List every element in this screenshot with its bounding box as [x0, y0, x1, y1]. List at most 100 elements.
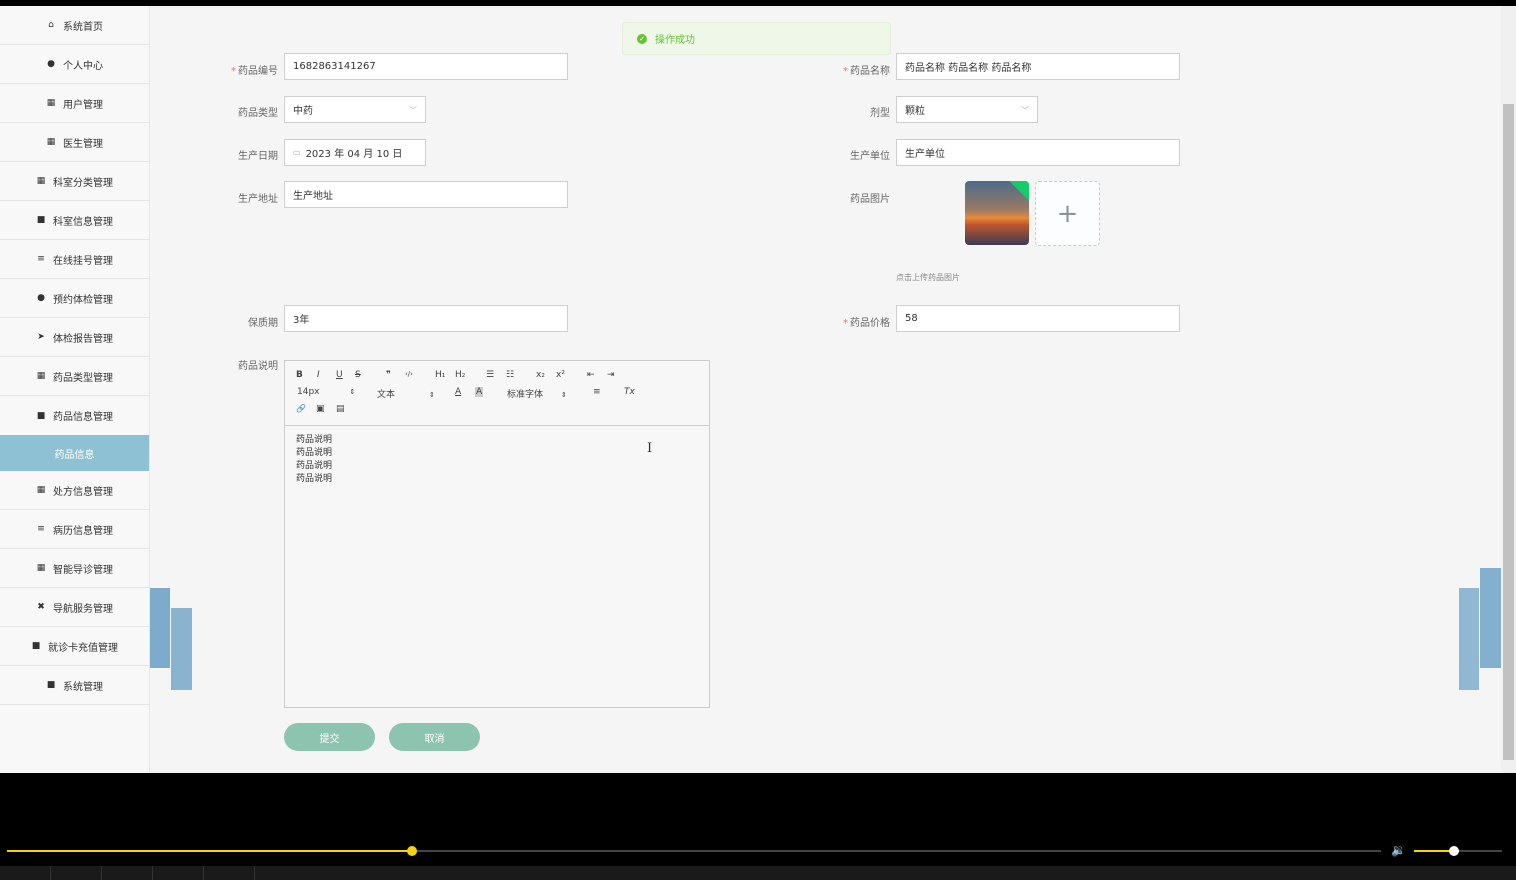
superscript-button[interactable]: x²	[556, 370, 565, 380]
header2-button[interactable]: H₂	[455, 370, 465, 380]
production-date-label: 生产日期	[238, 151, 278, 162]
briefcase-icon: ■	[31, 641, 41, 651]
editor-toolbar: B I U S ❞ ‹/› H₁ H₂ ☰ ☷ x₂ x² ⇤ ⇥ 14px ⇕ …	[285, 361, 709, 426]
list-icon: ≡	[37, 524, 45, 534]
updown-icon: ⇕	[429, 391, 435, 399]
home-icon: ⌂	[48, 20, 54, 30]
dosage-form-select[interactable]: 颗粒 ﹀	[896, 96, 1038, 123]
subscript-button[interactable]: x₂	[536, 370, 545, 380]
bold-button[interactable]: B	[296, 370, 303, 380]
price-field[interactable]: 58	[896, 305, 1180, 332]
volume-icon[interactable]: 🔉	[1391, 843, 1406, 857]
chevron-down-icon: ﹀	[409, 106, 417, 115]
sidebar-item-report[interactable]: ➤ 体检报告管理	[0, 318, 149, 357]
address-field[interactable]: 生产地址	[284, 181, 568, 208]
image-icon[interactable]: ▣	[316, 404, 325, 414]
manufacturer-label: 生产单位	[850, 151, 890, 162]
sidebar-item-home[interactable]: ⌂ 系统首页	[0, 6, 149, 45]
uploaded-image-thumbnail[interactable]	[965, 181, 1029, 245]
sidebar-item-label: 科室分类管理	[53, 177, 113, 189]
drug-type-label: 药品类型	[238, 108, 278, 119]
decoration-right	[1459, 588, 1479, 690]
check-circle-icon: ✓	[637, 33, 647, 44]
strip-divider	[152, 866, 153, 880]
drug-name-label: * 药品名称	[843, 66, 890, 77]
sidebar-item-dept-category[interactable]: ▦ 科室分类管理	[0, 162, 149, 201]
volume-knob[interactable]	[1449, 846, 1459, 856]
text-color-button[interactable]: A	[455, 387, 461, 397]
sidebar-item-label: 处方信息管理	[53, 486, 113, 498]
sidebar-item-label: 在线挂号管理	[53, 255, 113, 267]
list-icon: ≡	[37, 254, 45, 264]
sidebar-item-system[interactable]: ■ 系统管理	[0, 666, 149, 705]
sidebar-item-dept-info[interactable]: ■ 科室信息管理	[0, 201, 149, 240]
sidebar-item-doctors[interactable]: ▦ 医生管理	[0, 123, 149, 162]
strip-divider	[203, 866, 204, 880]
video-progress-knob[interactable]	[407, 846, 417, 856]
header1-button[interactable]: H₁	[435, 370, 445, 380]
submit-button[interactable]: 提交	[284, 723, 375, 751]
taskbar-strip	[0, 866, 1516, 880]
code-block-button[interactable]: ‹/›	[405, 370, 413, 378]
description-label: 药品说明	[238, 361, 278, 372]
shelf-life-label: 保质期	[248, 318, 278, 329]
strike-button[interactable]: S	[355, 370, 361, 380]
sidebar-item-card-recharge[interactable]: ■ 就诊卡充值管理	[0, 627, 149, 666]
bullet-list-button[interactable]: ☷	[506, 370, 514, 380]
sidebar-item-users[interactable]: ▦ 用户管理	[0, 84, 149, 123]
page-scrollbar-thumb[interactable]	[1503, 104, 1514, 760]
sidebar-item-medical-record[interactable]: ≡ 病历信息管理	[0, 510, 149, 549]
font-family-select[interactable]: 标准字体 ⇕	[507, 387, 567, 400]
outdent-button[interactable]: ⇤	[587, 370, 595, 380]
sidebar-item-triage[interactable]: ▦ 智能导诊管理	[0, 549, 149, 588]
link-icon[interactable]: 🔗	[296, 404, 306, 413]
grid-icon: ▦	[36, 563, 46, 573]
editor-content[interactable]: 药品说明 药品说明 药品说明 药品说明	[285, 426, 709, 494]
underline-button[interactable]: U	[336, 370, 343, 380]
upload-add-button[interactable]: +	[1035, 181, 1100, 246]
dosage-form-value: 颗粒	[905, 106, 925, 117]
grid-icon: ▦	[46, 137, 56, 147]
align-button[interactable]: ≡	[593, 387, 601, 397]
sidebar-item-registration[interactable]: ≡ 在线挂号管理	[0, 240, 149, 279]
sidebar-item-label: 系统首页	[63, 21, 103, 33]
ordered-list-button[interactable]: ☰	[486, 370, 494, 380]
cancel-button[interactable]: 取消	[389, 723, 480, 751]
video-player-bar	[0, 773, 1516, 880]
font-size-select[interactable]: 14px ⇕	[297, 387, 355, 397]
user-icon: ●	[47, 59, 55, 69]
sidebar-item-drug-type[interactable]: ▦ 药品类型管理	[0, 357, 149, 396]
strip-divider	[254, 866, 255, 880]
sidebar-item-navigation[interactable]: ✖ 导航服务管理	[0, 588, 149, 627]
sidebar-item-label: 病历信息管理	[53, 525, 113, 537]
shelf-life-field[interactable]: 3年	[284, 305, 568, 332]
clean-format-button[interactable]: Tx	[624, 387, 635, 397]
dosage-form-label: 剂型	[870, 108, 890, 119]
italic-button[interactable]: I	[317, 370, 320, 380]
drug-name-field[interactable]: 药品名称 药品名称 药品名称	[896, 53, 1180, 80]
editor-line: 药品说明	[296, 461, 333, 471]
sidebar-item-drug-info[interactable]: ■ 药品信息管理	[0, 396, 149, 435]
decoration-left	[150, 588, 170, 668]
sidebar-item-label: 科室信息管理	[53, 216, 113, 228]
sidebar: ⌂ 系统首页 ● 个人中心 ▦ 用户管理 ▦ 医生管理 ▦ 科室分类管理 ■ 科室信息管理 …	[0, 6, 150, 773]
drug-type-select[interactable]: 中药 ﹀	[284, 96, 426, 123]
address-label: 生产地址	[238, 194, 278, 205]
video-icon[interactable]: ▤	[336, 404, 345, 414]
header-select[interactable]: 文本 ⇕	[377, 387, 435, 400]
plus-icon: +	[1056, 198, 1079, 229]
indent-button[interactable]: ⇥	[607, 370, 615, 380]
drug-code-field[interactable]: 1682863141267	[284, 53, 568, 80]
blockquote-button[interactable]: ❞	[386, 370, 391, 380]
manufacturer-field[interactable]: 生产单位	[896, 139, 1180, 166]
chevron-down-icon: ﹀	[1021, 106, 1029, 115]
production-date-picker[interactable]: ▭ 2023 年 04 月 10 日	[284, 139, 426, 166]
rich-text-editor: B I U S ❞ ‹/› H₁ H₂ ☰ ☷ x₂ x² ⇤ ⇥ 14px ⇕ …	[284, 360, 710, 708]
app-window: ⌂ 系统首页 ● 个人中心 ▦ 用户管理 ▦ 医生管理 ▦ 科室分类管理 ■ 科室信息管理 …	[0, 6, 1501, 773]
sidebar-item-profile[interactable]: ● 个人中心	[0, 45, 149, 84]
sidebar-subitem-drug-info[interactable]: 药品信息	[0, 435, 149, 471]
upload-hint: 点击上传药品图片	[896, 273, 960, 282]
sidebar-item-checkup[interactable]: ● 预约体检管理	[0, 279, 149, 318]
background-color-button[interactable]: A	[475, 387, 484, 397]
sidebar-item-prescription[interactable]: ▦ 处方信息管理	[0, 471, 149, 510]
